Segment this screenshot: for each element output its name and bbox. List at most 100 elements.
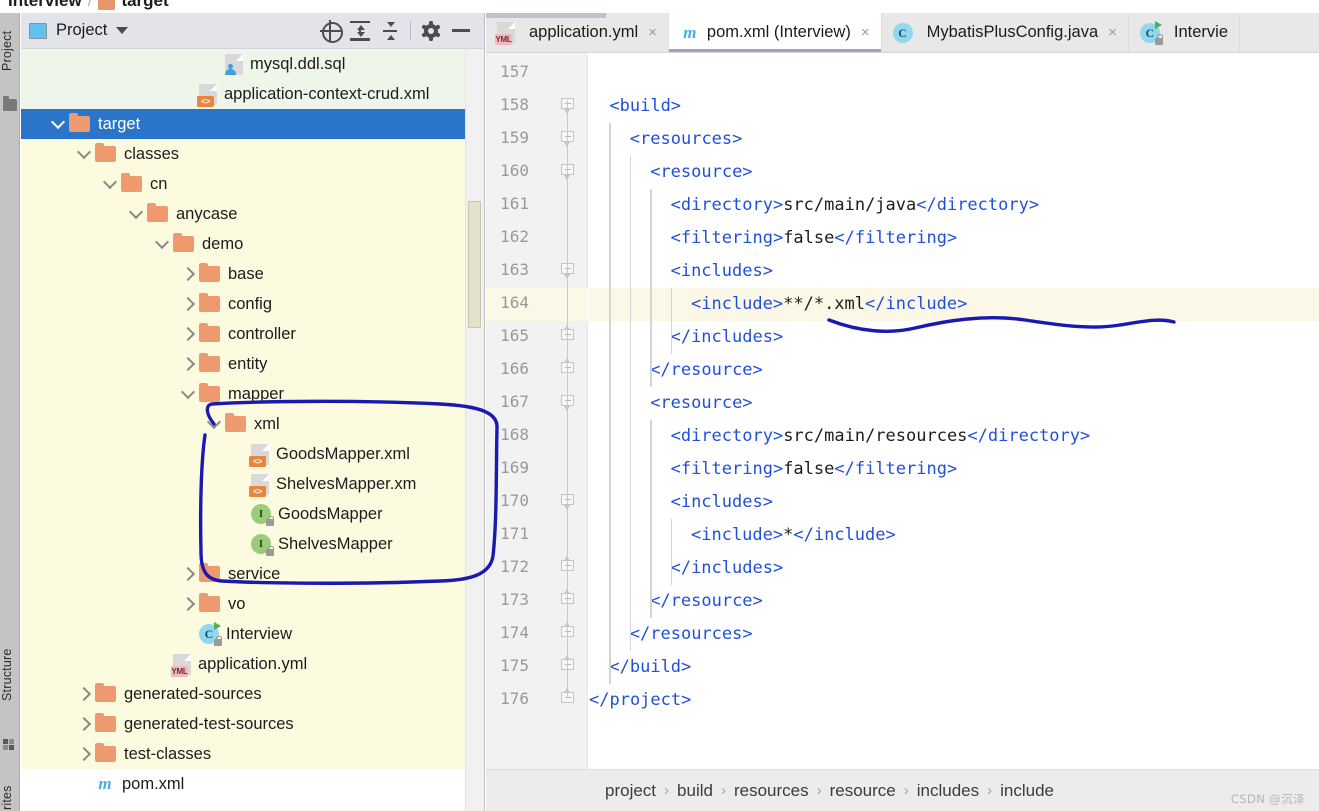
tree-item-label: generated-sources xyxy=(124,684,262,703)
tree-item-demo[interactable]: demo xyxy=(21,229,484,259)
editor-body[interactable]: 157 158 159 160 161 162 163 164 165 166 167 168 169 1… xyxy=(486,53,1319,811)
top-breadcrumb-project[interactable]: Interview xyxy=(8,0,82,11)
tree-item-interview[interactable]: C Interview xyxy=(21,619,484,649)
close-icon[interactable]: × xyxy=(1108,25,1117,40)
chevron-right-icon[interactable] xyxy=(73,683,95,705)
code-line[interactable]: <include>*</include> xyxy=(691,519,896,552)
settings-button[interactable] xyxy=(416,17,446,45)
tree-item-generated-test-sources[interactable]: generated-test-sources xyxy=(21,709,484,739)
xml-text: false xyxy=(783,459,835,479)
tree-item-shelvesmapper-xm[interactable]: <> ShelvesMapper.xm xyxy=(21,469,484,499)
tree-item-target[interactable]: target xyxy=(21,109,484,139)
close-icon[interactable]: × xyxy=(861,25,870,40)
code-line[interactable]: <includes> xyxy=(671,255,773,288)
tree-item-goodsmapper[interactable]: I GoodsMapper xyxy=(21,499,484,529)
code-line[interactable]: <build> xyxy=(609,90,681,123)
editor-tab-intervie[interactable]: C Intervie xyxy=(1129,13,1240,52)
chevron-down-icon[interactable] xyxy=(125,203,147,225)
code-line[interactable]: </resource> xyxy=(650,585,763,618)
code-line[interactable]: <filtering>false</filtering> xyxy=(671,453,958,486)
chevron-down-icon[interactable] xyxy=(47,113,69,135)
tree-item-generated-sources[interactable]: generated-sources xyxy=(21,679,484,709)
code-line[interactable]: </build> xyxy=(609,651,691,684)
expand-all-button[interactable] xyxy=(345,17,375,45)
chevron-right-icon[interactable] xyxy=(73,713,95,735)
chevron-right-icon[interactable] xyxy=(177,323,199,345)
breadcrumb-item-resource[interactable]: resource xyxy=(822,781,904,801)
chevron-down-icon[interactable] xyxy=(116,27,129,34)
code-line[interactable]: <directory>src/main/resources</directory… xyxy=(671,420,1091,453)
tree-item-controller[interactable]: controller xyxy=(21,319,484,349)
breadcrumb-item-resources[interactable]: resources xyxy=(726,781,817,801)
top-breadcrumb-node[interactable]: target xyxy=(121,0,168,11)
tree-item-application-yml[interactable]: YML application.yml xyxy=(21,649,484,679)
code-content[interactable]: <build> <resources> <resource> <directory>s… xyxy=(589,53,1319,811)
tool-button-favorites[interactable]: rites xyxy=(0,773,20,811)
code-line[interactable]: <resource> xyxy=(650,387,752,420)
chevron-right-icon[interactable] xyxy=(177,563,199,585)
tree-item-service[interactable]: service xyxy=(21,559,484,589)
code-line[interactable]: </includes> xyxy=(671,321,784,354)
tree-item-config[interactable]: config xyxy=(21,289,484,319)
tree-item-classes[interactable]: classes xyxy=(21,139,484,169)
chevron-down-icon[interactable] xyxy=(177,383,199,405)
chevron-down-icon[interactable] xyxy=(203,413,225,435)
tree-scrollbar-track[interactable] xyxy=(465,49,484,811)
editor-gutter[interactable]: 157 158 159 160 161 162 163 164 165 166 167 168 169 1… xyxy=(486,53,588,811)
select-opened-file-button[interactable] xyxy=(315,17,345,45)
line-number: 157 xyxy=(500,62,529,81)
editor-tab-pom-xml-interview[interactable]: m pom.xml (Interview) × xyxy=(668,13,882,52)
code-line[interactable]: <resources> xyxy=(630,123,743,156)
project-tree[interactable]: mysql.ddl.sql <> application-context-crud.… xyxy=(21,49,484,811)
chevron-right-icon[interactable] xyxy=(73,743,95,765)
tree-item-base[interactable]: base xyxy=(21,259,484,289)
tree-item-goodsmapper-xml[interactable]: <> GoodsMapper.xml xyxy=(21,439,484,469)
chevron-right-icon[interactable] xyxy=(177,353,199,375)
breadcrumb-item-build[interactable]: build xyxy=(669,781,721,801)
chevron-down-icon[interactable] xyxy=(151,233,173,255)
chevron-down-icon[interactable] xyxy=(73,143,95,165)
code-line[interactable]: <includes> xyxy=(671,486,773,519)
tree-item-mapper[interactable]: mapper xyxy=(21,379,484,409)
code-line[interactable]: </resource> xyxy=(650,354,763,387)
collapse-all-button[interactable] xyxy=(375,17,405,45)
breadcrumb-item-includes[interactable]: includes xyxy=(909,781,987,801)
code-line[interactable]: <filtering>false</filtering> xyxy=(671,222,958,255)
breadcrumb-item-project[interactable]: project xyxy=(597,781,664,801)
code-line[interactable]: </project> xyxy=(589,684,691,717)
tree-item-anycase[interactable]: anycase xyxy=(21,199,484,229)
chevron-right-icon[interactable] xyxy=(177,263,199,285)
tree-item-cn[interactable]: cn xyxy=(21,169,484,199)
tree-item-test-classes[interactable]: test-classes xyxy=(21,739,484,769)
structure-icon xyxy=(3,739,17,751)
code-line[interactable]: <resource> xyxy=(650,156,752,189)
hide-panel-button[interactable] xyxy=(446,17,476,45)
tree-item-xml[interactable]: xml xyxy=(21,409,484,439)
tree-scrollbar-thumb[interactable] xyxy=(468,201,481,328)
tree-item-entity[interactable]: entity xyxy=(21,349,484,379)
tree-item-shelvesmapper[interactable]: I ShelvesMapper xyxy=(21,529,484,559)
close-icon[interactable]: × xyxy=(648,25,657,40)
tree-item-vo[interactable]: vo xyxy=(21,589,484,619)
xml-tag: </project> xyxy=(589,690,692,710)
editor-tab-mybatisplusconfig-java[interactable]: C MybatisPlusConfig.java × xyxy=(882,13,1129,52)
indent-guide xyxy=(670,519,672,585)
line-number: 165 xyxy=(500,326,529,345)
tool-button-project[interactable]: Project xyxy=(0,19,20,83)
tool-button-structure[interactable]: Structure xyxy=(0,635,20,715)
tree-item-mysql-ddl-sql[interactable]: mysql.ddl.sql xyxy=(21,49,484,79)
project-tool-window: Project mysql.ddl.sql <> application-con… xyxy=(21,13,485,811)
editor-tab-application-yml[interactable]: YML application.yml × xyxy=(486,13,669,52)
code-line[interactable]: </includes> xyxy=(671,552,784,585)
xml-tag: <resources> xyxy=(629,129,743,149)
breadcrumb-item-include[interactable]: include xyxy=(992,781,1062,801)
chevron-right-icon[interactable] xyxy=(177,293,199,315)
tree-item-pom-xml[interactable]: m pom.xml xyxy=(21,769,484,799)
chevron-right-icon[interactable] xyxy=(177,593,199,615)
chevron-down-icon[interactable] xyxy=(99,173,121,195)
target-icon xyxy=(319,20,343,43)
tree-item-application-context-crud-xml[interactable]: <> application-context-crud.xml xyxy=(21,79,484,109)
code-line[interactable]: <include>**/*.xml</include> xyxy=(691,288,967,321)
code-line[interactable]: <directory>src/main/java</directory> xyxy=(671,189,1039,222)
code-line[interactable]: </resources> xyxy=(630,618,753,651)
